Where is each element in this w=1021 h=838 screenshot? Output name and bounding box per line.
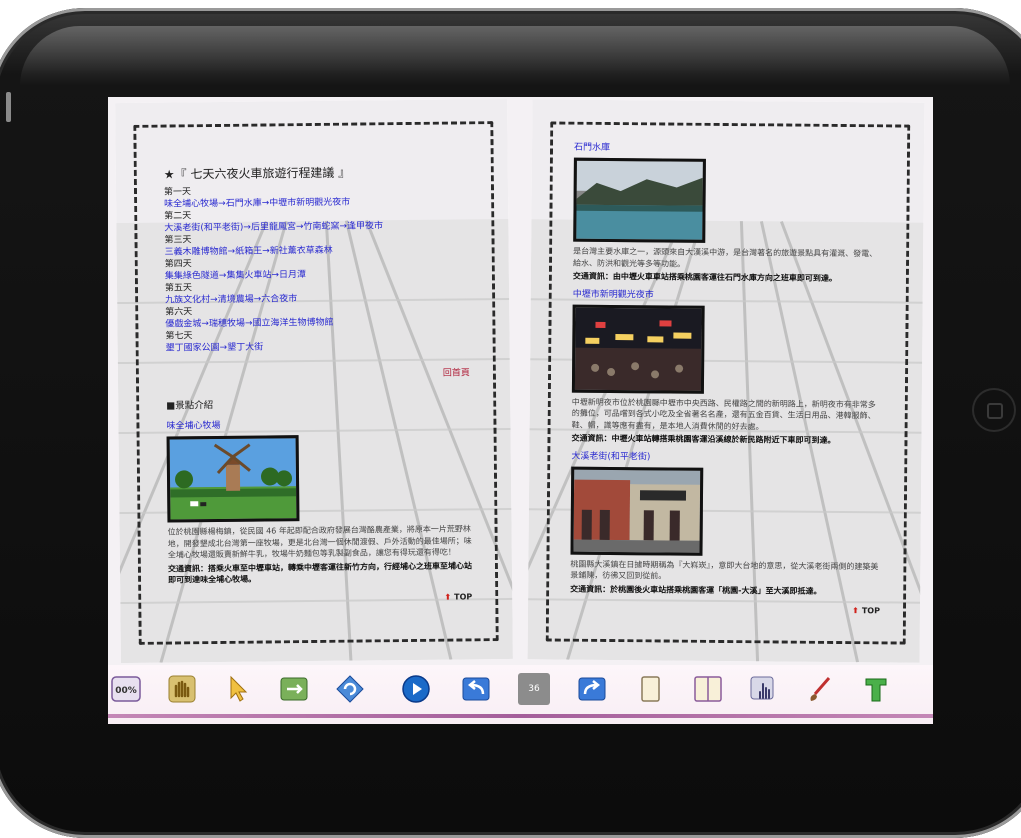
- play-icon: [402, 675, 430, 703]
- back-home-link[interactable]: 回首頁: [166, 367, 470, 382]
- right-page-content: 石門水庫 是台灣主要水庫之一，源頭來自大漢溪中游，是台灣著名的旅遊景點具有灌溉、…: [570, 136, 884, 643]
- next-page-button[interactable]: [576, 673, 608, 705]
- flipbook-toolbar: 00% 36: [108, 665, 933, 724]
- itinerary-list: 第一天 味全埔心牧場→石門水庫→中壢市新明觀光夜市 第二天 大溪老街(和平老街)…: [164, 183, 470, 354]
- brush-button[interactable]: [804, 673, 836, 705]
- windmill-image: [169, 438, 297, 520]
- touch-mode-button[interactable]: [748, 673, 780, 705]
- night-market-photo: [571, 304, 705, 394]
- left-page[interactable]: ★『 七天六夜火車旅遊行程建議 』 第一天 味全埔心牧場→石門水庫→中壢市新明觀…: [115, 98, 513, 664]
- frame-sheen: [20, 26, 1010, 86]
- brush-icon: [810, 677, 831, 701]
- hand-icon: [168, 675, 196, 703]
- volume-button: [6, 92, 11, 122]
- previous-page-button[interactable]: [460, 673, 492, 705]
- top-link-label: TOP: [454, 591, 473, 602]
- double-page-icon: [694, 676, 722, 702]
- double-page-button[interactable]: [692, 673, 724, 705]
- single-page-button[interactable]: [634, 673, 666, 705]
- traffic-info: 交通資訊：於桃園後火車站搭乘桃園客運「桃園-大溪」至大溪即抵達。: [570, 584, 822, 596]
- single-page-icon: [641, 676, 660, 702]
- toolbar-accent-line: [108, 714, 933, 718]
- traffic-info: 交通資訊：由中壢火車車站搭乘桃園客運往石門水庫方向之班車即可到達。: [572, 271, 837, 283]
- right-page[interactable]: 石門水庫 是台灣主要水庫之一，源頭來自大漢溪中游，是台灣著名的旅遊景點具有灌溉、…: [527, 99, 925, 663]
- text-icon: [865, 678, 887, 702]
- top-link[interactable]: ⬆ TOP: [168, 591, 472, 606]
- play-button[interactable]: [400, 673, 432, 705]
- old-street-photo: [570, 466, 704, 556]
- reservoir-image: [576, 160, 703, 240]
- fit-page-icon: [280, 677, 308, 701]
- arrow-up-icon: ⬆: [444, 592, 452, 602]
- svg-text:00%: 00%: [115, 686, 137, 696]
- flipbook: ★『 七天六夜火車旅遊行程建議 』 第一天 味全埔心牧場→石門水庫→中壢市新明觀…: [108, 97, 933, 665]
- back-arrow-icon: [462, 677, 490, 701]
- left-page-content: ★『 七天六夜火車旅遊行程建議 』 第一天 味全埔心牧場→石門水庫→中壢市新明觀…: [163, 139, 473, 642]
- place-description: 桃園縣大溪鎮在日據時期稱為『大嵙崁』，意即大台地的意思，從大溪老街兩側的建築美景…: [570, 559, 879, 581]
- text-tool-button[interactable]: [860, 673, 892, 705]
- place-name-link[interactable]: 石門水庫: [574, 142, 884, 157]
- place-description: 中壢新明夜市位於桃園縣中壢市中央西路、民權路之間的新明路上，新明夜市有非常多的攤…: [571, 397, 876, 431]
- top-link-label: TOP: [861, 606, 881, 616]
- fit-page-button[interactable]: [278, 673, 310, 705]
- cursor-icon: [230, 675, 248, 702]
- top-link[interactable]: ⬆ TOP: [570, 603, 880, 618]
- traffic-info: 交通資訊：搭乘火車至中壢車站，轉乘中壢客運往新竹方向，行經埔心之班車至埔心站即可…: [167, 560, 472, 585]
- reservoir-photo: [573, 157, 706, 243]
- place-description: 是台灣主要水庫之一，源頭來自大漢溪中游，是台灣著名的旅遊景點具有灌溉、發電、給水…: [572, 246, 878, 269]
- place-description: 位於桃園縣楊梅鎮，從民國 46 年起即配合政府發展台灣酪農產業，將原本一片荒野林…: [167, 524, 472, 560]
- traffic-info: 交通資訊：中壢火車站轉搭乘桃園客運沿溪線於新民路附近下車即可到達。: [571, 433, 836, 445]
- place-name-link[interactable]: 大溪老街(和平老街): [571, 450, 881, 465]
- itinerary-title: ★『 七天六夜火車旅遊行程建議 』: [163, 165, 351, 182]
- place-name-link[interactable]: 味全埔心牧場: [166, 417, 470, 432]
- arrow-up-icon: ⬆: [852, 606, 859, 616]
- forward-arrow-icon: [578, 677, 606, 701]
- itinerary-route-link[interactable]: 墾丁國家公園→墾丁大街: [166, 339, 470, 354]
- home-button-icon: [987, 403, 1003, 419]
- place-name-link[interactable]: 中壢市新明觀光夜市: [573, 288, 883, 303]
- rotate-button[interactable]: [334, 673, 366, 705]
- zoom-button[interactable]: 00%: [110, 673, 142, 705]
- rotate-icon: [336, 675, 364, 703]
- zoom-icon: 00%: [111, 676, 141, 702]
- night-market-image: [574, 307, 702, 391]
- farm-photo: [166, 435, 300, 523]
- section-heading: ■景點介紹: [166, 400, 214, 412]
- hand-tool-button[interactable]: [166, 673, 198, 705]
- touch-icon: [750, 676, 774, 700]
- screen: ★『 七天六夜火車旅遊行程建議 』 第一天 味全埔心牧場→石門水庫→中壢市新明觀…: [108, 97, 933, 724]
- page-number-display: 36: [518, 673, 550, 705]
- pointer-button[interactable]: [222, 673, 254, 705]
- old-street-image: [573, 469, 701, 553]
